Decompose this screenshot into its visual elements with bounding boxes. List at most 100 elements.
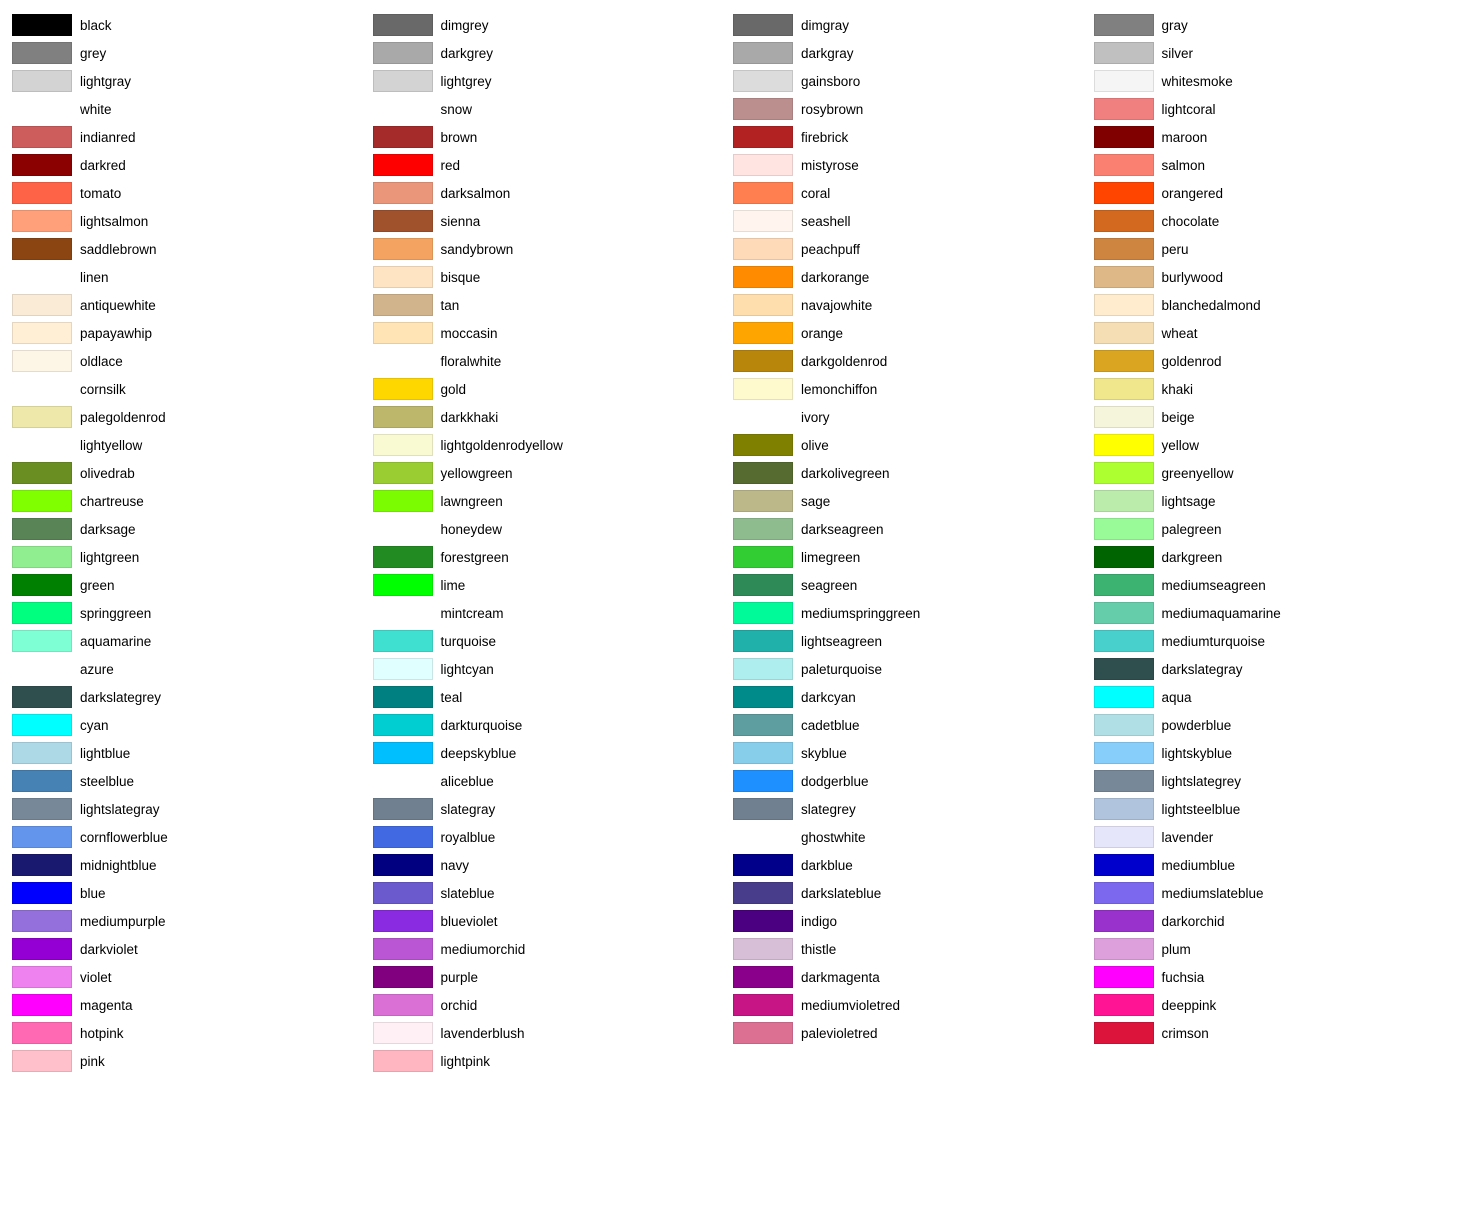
label-darkgreen: darkgreen — [1162, 550, 1223, 565]
column-3: dimgraydarkgraygainsbororosybrownfirebri… — [733, 12, 1094, 1074]
color-item: slategrey — [733, 796, 1094, 822]
color-item: lightskyblue — [1094, 740, 1455, 766]
swatch-orchid — [373, 994, 433, 1016]
label-sandybrown: sandybrown — [441, 242, 514, 257]
label-mediumorchid: mediumorchid — [441, 942, 526, 957]
label-lavenderblush: lavenderblush — [441, 1026, 525, 1041]
swatch-wheat — [1094, 322, 1154, 344]
label-cornsilk: cornsilk — [80, 382, 126, 397]
swatch-lightgoldenrodyellow — [373, 434, 433, 456]
swatch-lightgrey — [373, 70, 433, 92]
color-item: darkslateblue — [733, 880, 1094, 906]
color-item: oldlace — [12, 348, 373, 374]
color-item: mediumseagreen — [1094, 572, 1455, 598]
swatch-firebrick — [733, 126, 793, 148]
color-item: grey — [12, 40, 373, 66]
swatch-darkkhaki — [373, 406, 433, 428]
color-item: lightgray — [12, 68, 373, 94]
swatch-blue — [12, 882, 72, 904]
label-lightseagreen: lightseagreen — [801, 634, 882, 649]
color-item: dimgray — [733, 12, 1094, 38]
color-item: darkturquoise — [373, 712, 734, 738]
color-item: darksalmon — [373, 180, 734, 206]
label-magenta: magenta — [80, 998, 133, 1013]
swatch-turquoise — [373, 630, 433, 652]
swatch-darkgrey — [373, 42, 433, 64]
swatch-lightseagreen — [733, 630, 793, 652]
color-item: silver — [1094, 40, 1455, 66]
label-cyan: cyan — [80, 718, 109, 733]
color-item: cyan — [12, 712, 373, 738]
color-item: darkblue — [733, 852, 1094, 878]
swatch-indigo — [733, 910, 793, 932]
label-lightcoral: lightcoral — [1162, 102, 1216, 117]
color-item: lavender — [1094, 824, 1455, 850]
swatch-palegreen — [1094, 518, 1154, 540]
swatch-navajowhite — [733, 294, 793, 316]
label-aquamarine: aquamarine — [80, 634, 151, 649]
swatch-blanchedalmond — [1094, 294, 1154, 316]
color-item: cornsilk — [12, 376, 373, 402]
label-indigo: indigo — [801, 914, 837, 929]
label-dimgray: dimgray — [801, 18, 849, 33]
swatch-darkslateblue — [733, 882, 793, 904]
swatch-gray — [1094, 14, 1154, 36]
label-lightslategray: lightslategray — [80, 802, 160, 817]
color-item: honeydew — [373, 516, 734, 542]
swatch-skyblue — [733, 742, 793, 764]
swatch-hotpink — [12, 1022, 72, 1044]
color-item: navajowhite — [733, 292, 1094, 318]
color-item: indianred — [12, 124, 373, 150]
label-white: white — [80, 102, 112, 117]
swatch-navy — [373, 854, 433, 876]
swatch-darkturquoise — [373, 714, 433, 736]
color-item: darkmagenta — [733, 964, 1094, 990]
label-linen: linen — [80, 270, 109, 285]
color-item: darkgreen — [1094, 544, 1455, 570]
swatch-cornsilk — [12, 378, 72, 400]
label-darkslategrey: darkslategrey — [80, 690, 161, 705]
label-firebrick: firebrick — [801, 130, 848, 145]
label-darkgray: darkgray — [801, 46, 854, 61]
label-orchid: orchid — [441, 998, 478, 1013]
color-item: yellow — [1094, 432, 1455, 458]
color-item: ivory — [733, 404, 1094, 430]
color-item: red — [373, 152, 734, 178]
swatch-paleturquoise — [733, 658, 793, 680]
swatch-peachpuff — [733, 238, 793, 260]
label-darkorchid: darkorchid — [1162, 914, 1225, 929]
label-lawngreen: lawngreen — [441, 494, 503, 509]
swatch-deepskyblue — [373, 742, 433, 764]
label-peachpuff: peachpuff — [801, 242, 860, 257]
swatch-lightblue — [12, 742, 72, 764]
color-item: mediumspringgreen — [733, 600, 1094, 626]
swatch-salmon — [1094, 154, 1154, 176]
swatch-limegreen — [733, 546, 793, 568]
label-pink: pink — [80, 1054, 105, 1069]
label-silver: silver — [1162, 46, 1194, 61]
color-item: deepskyblue — [373, 740, 734, 766]
swatch-orangered — [1094, 182, 1154, 204]
swatch-thistle — [733, 938, 793, 960]
swatch-mintcream — [373, 602, 433, 624]
swatch-olive — [733, 434, 793, 456]
swatch-ghostwhite — [733, 826, 793, 848]
swatch-green — [12, 574, 72, 596]
swatch-whitesmoke — [1094, 70, 1154, 92]
color-item: saddlebrown — [12, 236, 373, 262]
label-lightskyblue: lightskyblue — [1162, 746, 1233, 761]
swatch-purple — [373, 966, 433, 988]
swatch-mediumvioletred — [733, 994, 793, 1016]
color-item: cadetblue — [733, 712, 1094, 738]
swatch-darkcyan — [733, 686, 793, 708]
label-salmon: salmon — [1162, 158, 1206, 173]
label-darkturquoise: darkturquoise — [441, 718, 523, 733]
swatch-midnightblue — [12, 854, 72, 876]
swatch-gainsboro — [733, 70, 793, 92]
label-darkseagreen: darkseagreen — [801, 522, 884, 537]
color-item: blueviolet — [373, 908, 734, 934]
swatch-darksage — [12, 518, 72, 540]
color-item: limegreen — [733, 544, 1094, 570]
label-lemonchiffon: lemonchiffon — [801, 382, 877, 397]
swatch-steelblue — [12, 770, 72, 792]
